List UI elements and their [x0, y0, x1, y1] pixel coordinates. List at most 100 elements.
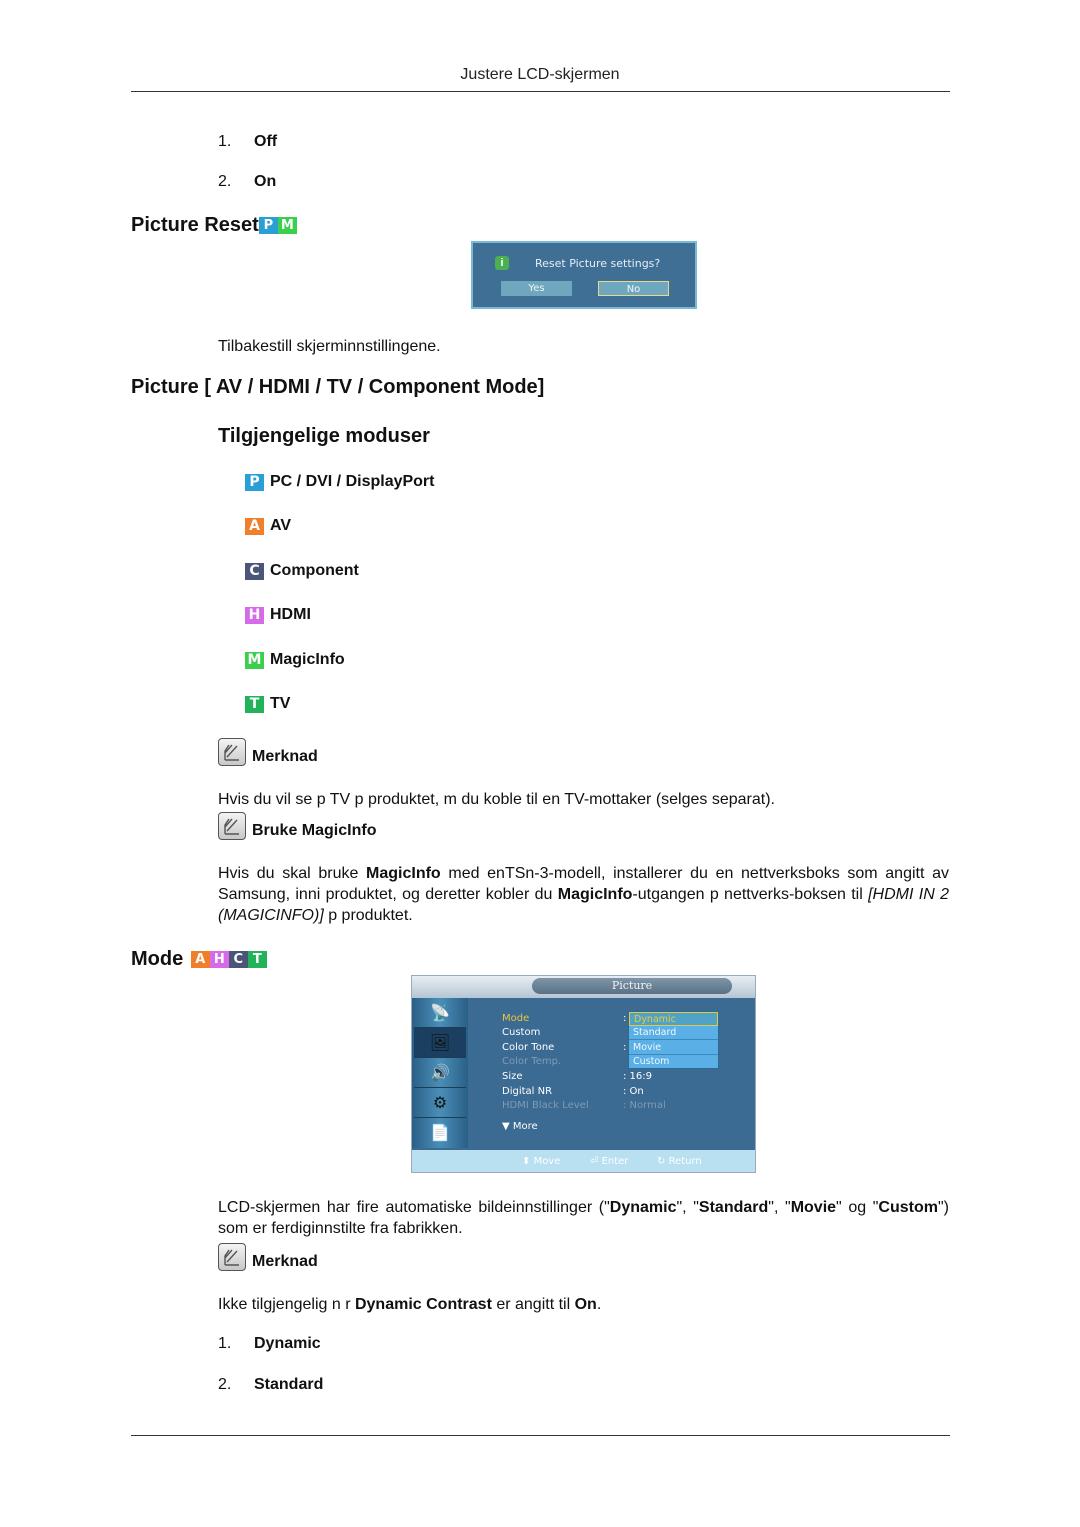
magicinfo-badge-icon: M	[245, 651, 264, 669]
bold-run: Dynamic	[609, 1199, 677, 1216]
no-button[interactable]: No	[598, 281, 669, 296]
dialog-question: Reset Picture settings?	[535, 257, 661, 270]
mode-item-pc: P PC / DVI / DisplayPort	[245, 473, 434, 491]
component-badge-icon: C	[245, 562, 264, 580]
mode-paragraph: LCD-skjermen har fire automatiske bildei…	[218, 1197, 949, 1239]
info-icon: i	[495, 256, 509, 270]
speaker-icon[interactable]: 🔊	[414, 1058, 466, 1088]
dropdown-option-standard[interactable]: Standard	[629, 1026, 718, 1040]
list-label: On	[254, 173, 277, 190]
list-label: Standard	[254, 1376, 324, 1393]
bold-run: MagicInfo	[557, 886, 633, 903]
menu-row-color-tone[interactable]: Color Tone	[502, 1042, 554, 1053]
note-pencil-icon	[218, 1243, 246, 1271]
text-run: .	[596, 1296, 602, 1313]
magicinfo-note-heading: Bruke MagicInfo	[218, 812, 376, 840]
dropdown-option-movie[interactable]: Movie	[629, 1041, 718, 1055]
page-header-title: Justere LCD-skjermen	[460, 66, 620, 83]
list-label: Off	[254, 133, 278, 150]
menu-row-hdmi-black-level: HDMI Black Level	[502, 1100, 589, 1111]
menu-row-digital-nr[interactable]: Digital NR	[502, 1086, 552, 1097]
picture-reset-heading: Picture Reset P M	[131, 214, 297, 237]
list-number: 2.	[218, 1376, 232, 1393]
move-label: Move	[533, 1156, 561, 1167]
menu-row-digital-nr-value: : On	[623, 1086, 644, 1097]
documents-icon[interactable]: 📄	[414, 1118, 466, 1147]
tv-picture-menu: Picture 📡 🖼 🔊 ⚙ 📄 Mode : Custom Color To…	[411, 975, 756, 1173]
note-heading: Merknad	[218, 1243, 318, 1271]
hdmi-badge-icon: H	[209, 951, 229, 969]
satellite-dish-icon[interactable]: 📡	[414, 998, 466, 1028]
list-item: 1. Off	[218, 133, 277, 151]
av-badge-icon: A	[245, 517, 264, 535]
tv-badge-icon: T	[247, 951, 267, 969]
picture-menu-icon[interactable]: 🖼	[414, 1028, 466, 1058]
list-item: 2. On	[218, 173, 276, 191]
enter-label: Enter	[601, 1156, 629, 1167]
text-run: ", "	[676, 1199, 699, 1216]
menu-row-mode[interactable]: Mode	[502, 1013, 529, 1024]
menu-row-size[interactable]: Size	[502, 1071, 523, 1082]
mode-item-component: C Component	[245, 562, 359, 580]
mode-item-av: A AV	[245, 517, 291, 535]
mode-label: MagicInfo	[270, 651, 345, 668]
dropdown-option-dynamic[interactable]: Dynamic	[629, 1012, 718, 1026]
list-number: 1.	[218, 133, 232, 150]
menu-more-link[interactable]: ▼ More	[502, 1121, 538, 1132]
mode-label: HDMI	[270, 606, 311, 623]
mode-item-hdmi: H HDMI	[245, 606, 311, 624]
list-item: 1. Dynamic	[218, 1335, 321, 1353]
note-pencil-icon	[218, 738, 246, 766]
list-number: 2.	[218, 173, 232, 190]
note-title: Merknad	[252, 748, 318, 765]
menu-row-custom[interactable]: Custom	[502, 1027, 540, 1038]
menu-title: Picture	[532, 978, 732, 994]
heading-text: Picture Reset	[131, 214, 259, 236]
picture-mode-heading: Picture [ AV / HDMI / TV / Component Mod…	[131, 376, 545, 398]
bold-run: Standard	[698, 1199, 769, 1216]
menu-bottom-bar	[412, 1150, 755, 1172]
mode-label: Component	[270, 562, 359, 579]
note-title: Bruke MagicInfo	[252, 822, 377, 839]
text-run: " og "	[836, 1199, 879, 1216]
menu-row-size-value: : 16:9	[623, 1071, 653, 1082]
bold-run: On	[574, 1296, 597, 1313]
mode-label: TV	[270, 695, 291, 712]
text-run: er angitt til	[491, 1296, 575, 1313]
text-run: p produktet.	[323, 907, 413, 924]
move-hint: ⬍ Move	[522, 1156, 560, 1167]
note-pencil-icon	[218, 812, 246, 840]
gear-icon[interactable]: ⚙	[414, 1088, 466, 1118]
picture-reset-description: Tilbakestill skjerminnstillingene.	[218, 338, 441, 355]
component-badge-icon: C	[228, 951, 248, 969]
return-hint: ↻ Return	[657, 1156, 702, 1167]
bold-run: MagicInfo	[366, 865, 441, 882]
menu-row-hdmi-black-level-value: : Normal	[623, 1100, 666, 1111]
tv-badge-icon: T	[245, 695, 264, 713]
return-icon: ↻	[657, 1156, 669, 1167]
bold-run: Movie	[790, 1199, 837, 1216]
mode-label: AV	[270, 517, 292, 534]
text-run: LCD-skjermen har fire automatiske bildei…	[218, 1199, 610, 1216]
mode-dropdown[interactable]: Dynamic Standard Movie Custom	[628, 1011, 719, 1069]
enter-hint: ⏎ Enter	[590, 1156, 628, 1167]
mode-label: PC / DVI / DisplayPort	[270, 473, 435, 490]
mode-item-magicinfo: M MagicInfo	[245, 651, 345, 669]
list-number: 1.	[218, 1335, 232, 1352]
bold-run: Custom	[878, 1199, 938, 1216]
pc-badge-icon: P	[245, 473, 264, 491]
available-modes-heading: Tilgjengelige moduser	[218, 425, 430, 447]
yes-button[interactable]: Yes	[501, 281, 572, 296]
magicinfo-mode-badge-icon: M	[277, 217, 297, 235]
hdmi-badge-icon: H	[245, 606, 264, 624]
list-item: 2. Standard	[218, 1376, 323, 1394]
list-label: Dynamic	[254, 1335, 321, 1352]
dropdown-option-custom[interactable]: Custom	[629, 1055, 718, 1069]
mode-item-tv: T TV	[245, 695, 290, 713]
menu-row-mode-value: :	[623, 1013, 627, 1024]
move-arrows-icon: ⬍	[522, 1156, 534, 1167]
text-run: ", "	[768, 1199, 791, 1216]
note-text: Hvis du vil se p TV p produktet, m du ko…	[218, 791, 775, 808]
av-badge-icon: A	[190, 951, 210, 969]
text-run: -utgangen p nettverks-boksen til	[632, 886, 869, 903]
